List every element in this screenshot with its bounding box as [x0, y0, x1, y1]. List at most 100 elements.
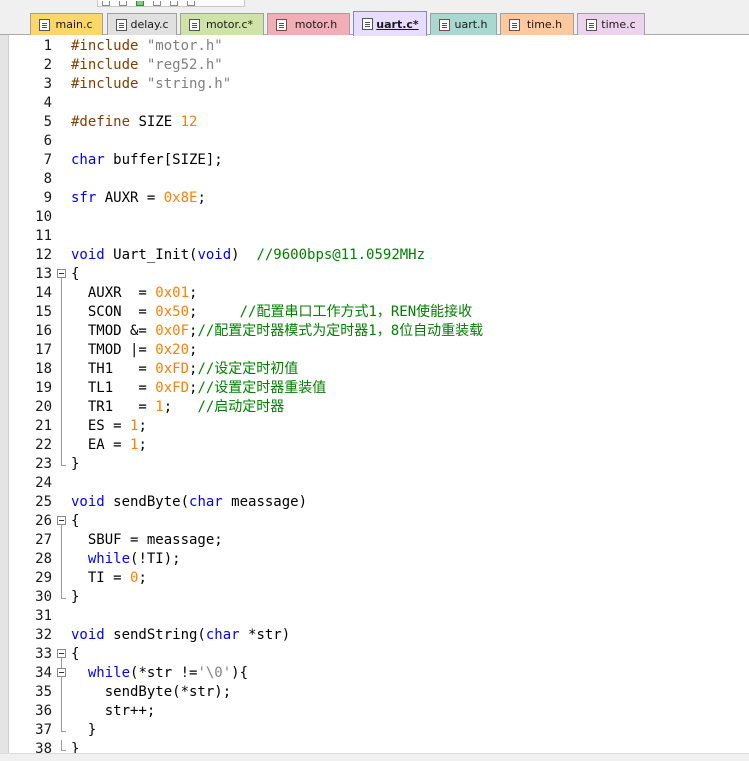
line-number: 35	[35, 684, 52, 700]
code-token: #include	[71, 57, 147, 73]
code-line[interactable]: 25 void sendByte(char meassage)	[9, 493, 749, 512]
horizontal-scrollbar[interactable]	[0, 753, 749, 761]
code-line[interactable]: 32 void sendString(char *str)	[9, 626, 749, 645]
code-token: //启动定时器	[197, 399, 285, 415]
document-icon[interactable]	[119, 1, 127, 6]
line-number: 24	[35, 475, 52, 491]
image-icon[interactable]	[136, 1, 144, 6]
code-line[interactable]: 10	[9, 208, 749, 227]
code-line[interactable]: 36 str++;	[9, 702, 749, 721]
code-line[interactable]: 28 while(!TI);	[9, 550, 749, 569]
code-line[interactable]: 12 void Uart_Init(void) //9600bps@11.0592…	[9, 246, 749, 265]
code-line[interactable]: 38}	[9, 740, 749, 753]
code-token: SBUF = meassage;	[71, 532, 223, 548]
diamond-icon[interactable]	[170, 1, 178, 6]
fold-toggle-icon[interactable]	[56, 664, 68, 683]
code-text: void sendByte(char meassage)	[71, 493, 307, 512]
left-margin	[0, 35, 9, 753]
code-line[interactable]: 15 SCON = 0x50; //配置串口工作方式1，REN使能接收	[9, 303, 749, 322]
code-text: #include "string.h"	[71, 75, 231, 94]
tab-uart-h[interactable]: uart.h	[430, 13, 497, 35]
code-line[interactable]: 34 while(*str !='\0'){	[9, 664, 749, 683]
code-line[interactable]: 14 AUXR = 0x01;	[9, 284, 749, 303]
code-token: char	[189, 494, 223, 510]
code-text: while(!TI);	[71, 550, 181, 569]
line-number: 36	[35, 703, 52, 719]
fold-line	[56, 284, 68, 303]
code-text: EA = 1;	[71, 436, 147, 455]
code-line[interactable]: 9 sfr AUXR = 0x8E;	[9, 189, 749, 208]
code-line[interactable]: 30}	[9, 588, 749, 607]
code-text: #include "motor.h"	[71, 37, 223, 56]
tab-label: motor.h	[294, 18, 338, 31]
code-line[interactable]: 37 }	[9, 721, 749, 740]
code-line[interactable]: 11	[9, 227, 749, 246]
tab-main-c[interactable]: main.c	[30, 13, 103, 35]
code-line[interactable]: 35 sendByte(*str);	[9, 683, 749, 702]
code-token: (*str !=	[130, 665, 198, 681]
tab-motor-h[interactable]: motor.h	[267, 13, 350, 35]
code-line[interactable]: 8	[9, 170, 749, 189]
checkbox-icon[interactable]	[102, 1, 110, 6]
code-line[interactable]: 17 TMOD |= 0x20;	[9, 341, 749, 360]
code-line[interactable]: 21 ES = 1;	[9, 417, 749, 436]
code-token: )	[231, 247, 257, 263]
code-line[interactable]: 16 TMOD &= 0x0F;//配置定时器模式为定时器1，8位自动重装载	[9, 322, 749, 341]
code-line[interactable]: 22 EA = 1;	[9, 436, 749, 455]
tab-motor-c[interactable]: motor.c*	[180, 13, 264, 35]
line-number: 27	[35, 532, 52, 548]
square-icon[interactable]	[187, 1, 195, 6]
code-text: TI = 0;	[71, 569, 147, 588]
code-line[interactable]: 24	[9, 474, 749, 493]
tab-delay-c[interactable]: delay.c	[107, 13, 177, 35]
code-text: }	[71, 588, 79, 607]
code-line[interactable]: 20 TR1 = 1; //启动定时器	[9, 398, 749, 417]
code-line[interactable]: 19 TL1 = 0xFD;//设置定时器重装值	[9, 379, 749, 398]
code-token: {	[71, 646, 80, 662]
code-line[interactable]: 4	[9, 94, 749, 113]
code-token: ;	[138, 418, 147, 434]
tab-label: main.c	[55, 18, 93, 31]
code-line[interactable]: 1 #include "motor.h"	[9, 37, 749, 56]
fold-end	[56, 721, 68, 740]
code-token: TMOD |=	[71, 342, 156, 358]
code-line[interactable]: 31	[9, 607, 749, 626]
page-icon[interactable]	[153, 1, 161, 6]
code-token: str++;	[71, 703, 156, 719]
tab-uart-c[interactable]: uart.c*	[353, 11, 427, 36]
code-text: TL1 = 0xFD;//设置定时器重装值	[71, 379, 326, 398]
code-token: void	[71, 247, 105, 263]
code-line[interactable]: 29 TI = 0;	[9, 569, 749, 588]
code-token: 0x01	[155, 285, 190, 301]
code-line[interactable]: 5 #define SIZE 12	[9, 113, 749, 132]
code-line[interactable]: 23}	[9, 455, 749, 474]
line-number: 16	[35, 323, 52, 339]
code-token: while	[87, 551, 131, 567]
code-line[interactable]: 33 {	[9, 645, 749, 664]
tab-label: uart.h	[454, 18, 488, 31]
fold-toggle-icon[interactable]	[56, 645, 68, 664]
line-number: 28	[35, 551, 52, 567]
code-token: 0x20	[155, 342, 190, 358]
fold-toggle-icon[interactable]	[56, 512, 68, 531]
code-token: 0xFD	[155, 361, 190, 377]
fold-toggle-icon[interactable]	[56, 265, 68, 284]
code-line[interactable]: 6	[9, 132, 749, 151]
tab-time-h[interactable]: time.h	[500, 13, 574, 35]
code-line[interactable]: 26 {	[9, 512, 749, 531]
code-line[interactable]: 7 char buffer[SIZE];	[9, 151, 749, 170]
code-token: void	[71, 494, 105, 510]
code-line[interactable]: 3 #include "string.h"	[9, 75, 749, 94]
tab-label: motor.c*	[205, 18, 254, 31]
code-line[interactable]: 13 {	[9, 265, 749, 284]
code-token: meassage)	[222, 494, 308, 510]
code-editor[interactable]: 1 #include "motor.h" 2 #include "reg52.h" 3 #…	[9, 35, 749, 753]
code-line[interactable]: 2 #include "reg52.h"	[9, 56, 749, 75]
code-line[interactable]: 27 SBUF = meassage;	[9, 531, 749, 550]
tab-time-c[interactable]: time.c	[577, 13, 645, 35]
fold-end	[56, 740, 68, 753]
code-token: '\0'	[197, 665, 232, 681]
fold-end	[56, 455, 68, 474]
code-line[interactable]: 18 TH1 = 0xFD;//设定定时初值	[9, 360, 749, 379]
